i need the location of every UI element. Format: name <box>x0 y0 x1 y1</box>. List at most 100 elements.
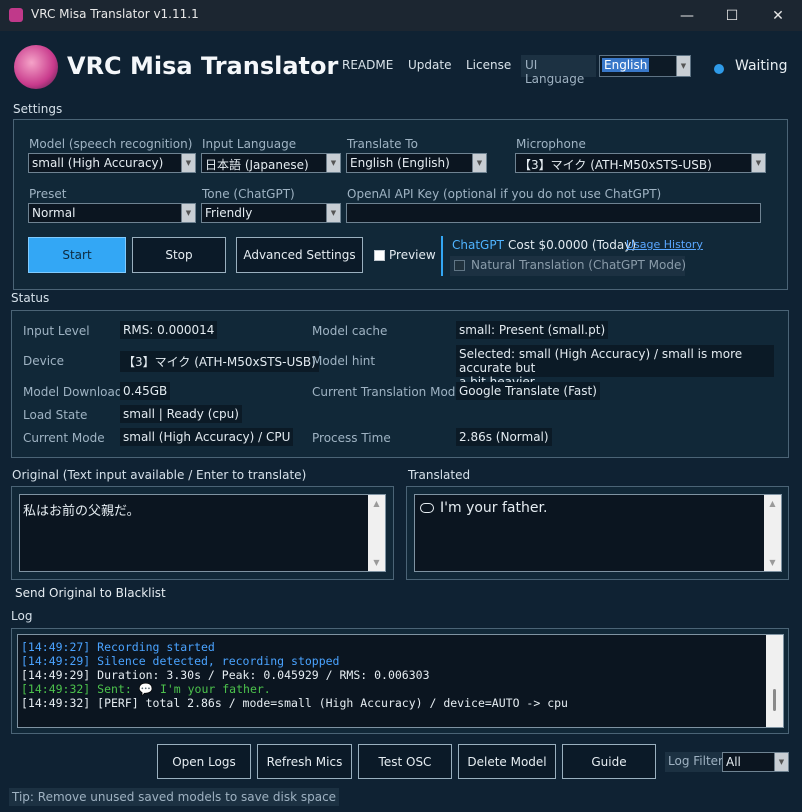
ui-language-label: UI Language <box>521 55 596 86</box>
microphone-value: 【3】マイク (ATH-M50xSTS-USB) <box>519 158 712 172</box>
readme-link[interactable]: README <box>342 58 393 72</box>
scroll-down-icon[interactable]: ▼ <box>764 554 781 571</box>
refresh-mics-button[interactable]: Refresh Mics <box>257 744 352 779</box>
guide-button[interactable]: Guide <box>562 744 656 779</box>
translated-textbox[interactable]: I'm your father. ▲ ▼ <box>414 494 782 572</box>
status-dot-icon <box>714 64 724 74</box>
input-language-value: 日本語 (Japanese) <box>205 158 309 172</box>
preview-checkbox[interactable] <box>374 250 385 261</box>
preset-value: Normal <box>32 206 76 220</box>
model-download-label: Model Download <box>23 385 123 399</box>
input-language-select[interactable]: 日本語 (Japanese) ▼ <box>201 153 341 173</box>
scroll-down-icon[interactable]: ▼ <box>368 554 385 571</box>
model-label: Model (speech recognition) <box>29 137 193 151</box>
input-level-label: Input Level <box>23 324 90 338</box>
close-button[interactable]: ✕ <box>755 0 801 31</box>
model-hint-label: Model hint <box>312 354 376 368</box>
cost-text: Cost $0.0000 (Today) <box>508 238 636 252</box>
model-download-value: 0.45GB <box>120 382 171 400</box>
original-text[interactable]: 私はお前の父親だ。 <box>23 500 140 519</box>
scroll-up-icon[interactable]: ▲ <box>368 495 385 512</box>
settings-title: Settings <box>13 102 63 116</box>
advanced-settings-button[interactable]: Advanced Settings <box>236 237 363 273</box>
tone-select[interactable]: Friendly ▼ <box>201 203 341 223</box>
ui-language-value: English <box>602 58 650 72</box>
translate-to-select[interactable]: English (English) ▼ <box>346 153 487 173</box>
chevron-down-icon[interactable]: ▼ <box>774 753 788 771</box>
start-button[interactable]: Start <box>28 237 126 273</box>
model-hint-line-1: Selected: small (High Accuracy) / small … <box>459 347 743 375</box>
log-textbox[interactable]: [14:49:27] Recording started [14:49:29] S… <box>17 634 784 728</box>
log-scroll-thumb[interactable] <box>773 689 776 711</box>
tone-label: Tone (ChatGPT) <box>202 187 295 201</box>
process-time-value: 2.86s (Normal) <box>456 428 552 446</box>
log-filter-select[interactable]: All ▼ <box>722 752 789 772</box>
app-title: VRC Misa Translator <box>67 52 339 80</box>
model-value: small (High Accuracy) <box>32 156 164 170</box>
translated-row: I'm your father. <box>420 500 547 516</box>
log-line: [14:49:32] [PERF] total 2.86s / mode=sma… <box>21 696 568 710</box>
microphone-select[interactable]: 【3】マイク (ATH-M50xSTS-USB) ▼ <box>515 153 766 173</box>
delete-model-button[interactable]: Delete Model <box>458 744 556 779</box>
open-logs-button[interactable]: Open Logs <box>157 744 251 779</box>
original-title: Original (Text input available / Enter t… <box>12 468 307 482</box>
tone-value: Friendly <box>205 206 253 220</box>
translate-to-value: English (English) <box>350 156 450 170</box>
chevron-down-icon[interactable]: ▼ <box>472 154 486 172</box>
input-language-label: Input Language <box>202 137 297 151</box>
translation-mode-label: Current Translation Mode <box>312 385 463 399</box>
chevron-down-icon[interactable]: ▼ <box>326 204 340 222</box>
app-logo <box>14 45 58 89</box>
log-line: [14:49:29] Duration: 3.30s / Peak: 0.045… <box>21 668 430 682</box>
maximize-button[interactable]: ☐ <box>709 0 755 31</box>
scroll-up-icon[interactable]: ▲ <box>764 495 781 512</box>
translate-to-label: Translate To <box>347 137 418 151</box>
api-key-label: OpenAI API Key (optional if you do not u… <box>347 187 662 201</box>
log-line: [14:49:27] Recording started <box>21 640 215 654</box>
device-label: Device <box>23 354 65 368</box>
load-state-label: Load State <box>23 408 88 422</box>
stop-button[interactable]: Stop <box>132 237 226 273</box>
blacklist-link[interactable]: Send Original to Blacklist <box>15 586 166 600</box>
chevron-down-icon[interactable]: ▼ <box>326 154 340 172</box>
test-osc-button[interactable]: Test OSC <box>358 744 452 779</box>
preset-select[interactable]: Normal ▼ <box>28 203 196 223</box>
log-line: [14:49:29] Silence detected, recording s… <box>21 654 340 668</box>
original-textbox[interactable]: 私はお前の父親だ。 ▲ ▼ <box>19 494 386 572</box>
chatgpt-divider <box>441 236 443 276</box>
log-scrollbar[interactable] <box>766 635 783 727</box>
original-scrollbar[interactable]: ▲ ▼ <box>368 495 385 571</box>
status-text: Waiting <box>735 58 788 74</box>
chevron-down-icon[interactable]: ▼ <box>181 154 195 172</box>
title-bar: VRC Misa Translator v1.11.1 — ☐ ✕ <box>0 0 802 31</box>
tip-text: Tip: Remove unused saved models to save … <box>9 788 340 806</box>
preview-label: Preview <box>389 248 436 262</box>
load-state-value: small | Ready (cpu) <box>120 405 242 423</box>
model-select[interactable]: small (High Accuracy) ▼ <box>28 153 196 173</box>
api-key-input[interactable] <box>346 203 761 223</box>
translation-mode-value: Google Translate (Fast) <box>456 382 600 400</box>
translated-text[interactable]: I'm your father. <box>440 500 547 516</box>
log-filter-label: Log Filter <box>665 752 726 772</box>
ui-language-select[interactable]: English ▼ <box>599 55 691 77</box>
translated-scrollbar[interactable]: ▲ ▼ <box>764 495 781 571</box>
usage-history-link[interactable]: Usage History <box>626 238 703 251</box>
chevron-down-icon[interactable]: ▼ <box>751 154 765 172</box>
translated-title: Translated <box>408 468 471 482</box>
preset-label: Preset <box>29 187 67 201</box>
log-lines: [14:49:27] Recording started [14:49:29] S… <box>21 640 568 710</box>
natural-translation-label: Natural Translation (ChatGPT Mode) <box>471 258 687 272</box>
window-title: VRC Misa Translator v1.11.1 <box>31 7 199 21</box>
log-title: Log <box>11 609 33 623</box>
minimize-button[interactable]: — <box>664 0 710 31</box>
natural-translation-checkbox[interactable] <box>454 260 465 271</box>
update-link[interactable]: Update <box>408 58 451 72</box>
chevron-down-icon[interactable]: ▼ <box>676 56 690 76</box>
log-filter-value: All <box>726 755 741 769</box>
chatgpt-label: ChatGPT <box>452 238 504 252</box>
chevron-down-icon[interactable]: ▼ <box>181 204 195 222</box>
model-hint-value: Selected: small (High Accuracy) / small … <box>456 345 774 389</box>
model-cache-value: small: Present (small.pt) <box>456 321 609 339</box>
license-link[interactable]: License <box>466 58 511 72</box>
microphone-label: Microphone <box>516 137 586 151</box>
